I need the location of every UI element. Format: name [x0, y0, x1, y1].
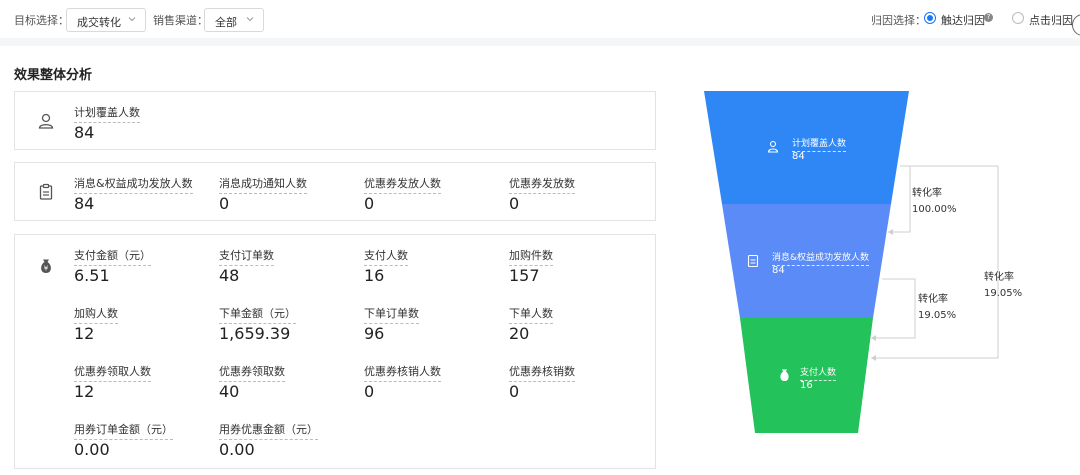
- metric-value: 0: [364, 382, 375, 401]
- metric-label: 下单人数: [509, 305, 553, 324]
- metric-label: 支付人数: [364, 247, 408, 266]
- arrow-icon: [871, 335, 876, 341]
- metric-label: 用券订单金额（元）: [74, 421, 173, 440]
- conversion-label: 转化率: [912, 188, 942, 199]
- arrow-icon: [871, 355, 876, 361]
- attribution-click-label[interactable]: 点击归因: [1029, 12, 1073, 28]
- coverage-card: 计划覆盖人数 84: [14, 91, 656, 150]
- goal-select[interactable]: 成交转化: [66, 8, 146, 32]
- metric-value: 84: [74, 123, 95, 142]
- floating-action-button[interactable]: [1072, 14, 1080, 36]
- metric-label: 优惠券发放人数: [364, 175, 441, 194]
- metric-label: 计划覆盖人数: [74, 104, 140, 123]
- chevron-down-icon: [246, 17, 254, 22]
- funnel-stage-label: 计划覆盖人数: [792, 136, 847, 152]
- svg-text:¥: ¥: [44, 265, 49, 273]
- metric-label: 加购件数: [509, 247, 553, 266]
- funnel-stage-value: 84: [792, 151, 805, 162]
- conversion-value: 19.05%: [918, 310, 957, 321]
- funnel-stage-value: 84: [772, 265, 785, 276]
- funnel-stage-label: 消息&权益成功发放人数: [772, 250, 870, 266]
- metric-label: 优惠券发放数: [509, 175, 575, 194]
- attribution-label: 归因选择：: [871, 14, 926, 27]
- metric-label: 优惠券核销人数: [364, 363, 441, 382]
- metric-label: 消息成功通知人数: [219, 175, 307, 194]
- metric-value: 0: [509, 382, 520, 401]
- metric-value: 1,659.39: [219, 324, 291, 343]
- channel-select-value: 全部: [215, 16, 237, 29]
- metric-label: 消息&权益成功发放人数: [74, 175, 193, 194]
- chevron-down-icon: [128, 17, 136, 22]
- metric-label: 用券优惠金额（元）: [219, 421, 318, 440]
- attribution-touch-label[interactable]: 触达归因: [941, 12, 985, 28]
- metric-value: 0.00: [219, 440, 255, 459]
- metric-value: 157: [509, 266, 540, 285]
- metric-label: 下单金额（元）: [219, 305, 296, 324]
- metric-label: 优惠券领取数: [219, 363, 285, 382]
- metric-value: 40: [219, 382, 240, 401]
- conversion-value: 19.05%: [984, 288, 1023, 299]
- conversion-label: 转化率: [984, 272, 1014, 283]
- filter-bar: 目标选择： 成交转化 销售渠道： 全部 归因选择： 触达归因 ? 点击归因: [0, 0, 1080, 38]
- metric-label: 支付订单数: [219, 247, 274, 266]
- metric-value: 16: [364, 266, 385, 285]
- metric-value: 12: [74, 324, 95, 343]
- metric-value: 12: [74, 382, 95, 401]
- metric-label: 下单订单数: [364, 305, 419, 324]
- metric-value: 84: [74, 194, 95, 213]
- metric-value: 0: [219, 194, 230, 213]
- payment-card: ¥ 支付金额（元） 6.51 支付订单数 48 支付人数 16 加购件数 157…: [14, 234, 656, 469]
- funnel-stage-label: 支付人数: [800, 365, 837, 381]
- goal-label: 目标选择：: [14, 14, 69, 27]
- funnel-chart: [704, 91, 999, 433]
- conversion-label: 转化率: [918, 294, 948, 305]
- arrow-icon: [888, 229, 893, 235]
- metric-value: 0.00: [74, 440, 110, 459]
- money-bag-icon: ¥: [41, 259, 51, 273]
- channel-select[interactable]: 全部: [204, 8, 264, 32]
- metric-label: 支付金额（元）: [74, 247, 151, 266]
- metric-value: 0: [509, 194, 520, 213]
- funnel-stage-value: 16: [800, 380, 813, 391]
- conversion-value: 100.00%: [912, 204, 957, 215]
- attribution-touch-radio[interactable]: [924, 12, 936, 24]
- conversion-rate-2: 转化率 19.05%: [918, 292, 956, 324]
- metric-value: 20: [509, 324, 530, 343]
- help-icon[interactable]: ?: [984, 13, 993, 22]
- metric-value: 48: [219, 266, 240, 285]
- metric-value: 96: [364, 324, 385, 343]
- metric-label: 优惠券核销数: [509, 363, 575, 382]
- user-icon: [38, 113, 54, 129]
- metric-value: 0: [364, 194, 375, 213]
- attribution-click-radio[interactable]: [1012, 12, 1024, 24]
- clipboard-icon: [39, 183, 53, 200]
- goal-select-value: 成交转化: [77, 16, 121, 29]
- metric-label: 优惠券领取人数: [74, 363, 151, 382]
- section-title: 效果整体分析: [14, 68, 93, 83]
- metric-label: 加购人数: [74, 305, 118, 324]
- conversion-rate-1: 转化率 100.00%: [912, 186, 957, 218]
- conversion-rate-total: 转化率 19.05%: [984, 270, 1022, 302]
- issuance-card: 消息&权益成功发放人数 84 消息成功通知人数 0 优惠券发放人数 0 优惠券发…: [14, 162, 656, 221]
- metric-value: 6.51: [74, 266, 110, 285]
- channel-label: 销售渠道：: [153, 14, 208, 27]
